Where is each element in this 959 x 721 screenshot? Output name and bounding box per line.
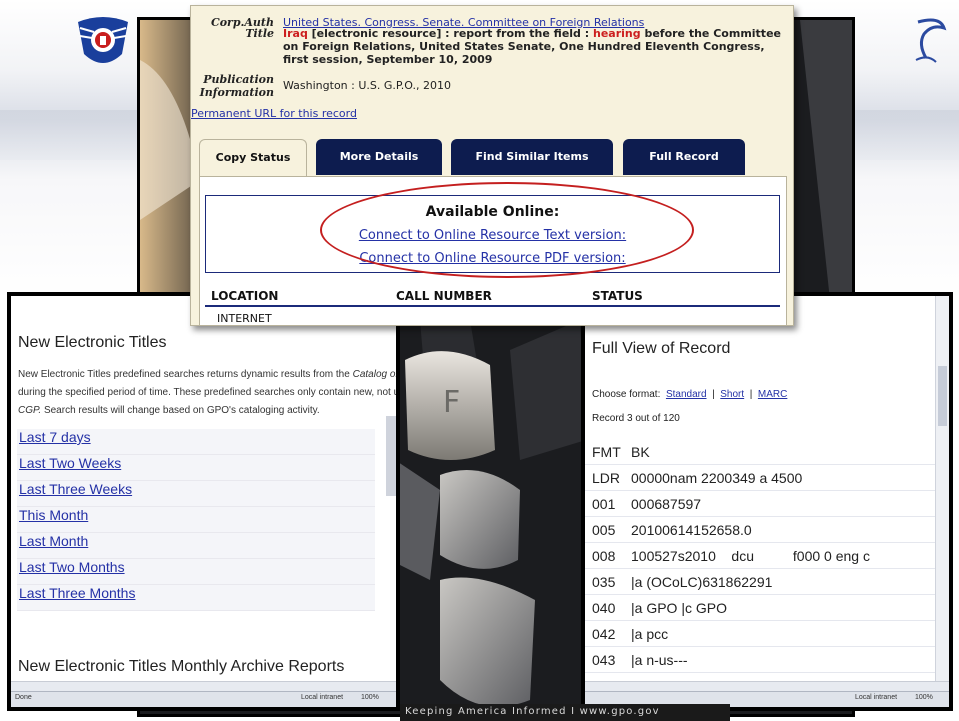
period-link-this-month[interactable]: This Month	[17, 507, 375, 533]
permanent-url-link[interactable]: Permanent URL for this record	[191, 107, 357, 120]
period-link-last-month[interactable]: Last Month	[17, 533, 375, 559]
marc-tag: 035	[592, 574, 616, 590]
marc-value: 100527s2010 dcu f000 0 eng c	[631, 548, 870, 564]
marc-tag: 043	[592, 652, 616, 668]
marc-tag: FMT	[592, 444, 621, 460]
marc-value: |a n-us---	[631, 652, 688, 668]
column-header-call-number: CALL NUMBER	[396, 289, 492, 303]
tab-full-record[interactable]: Full Record	[623, 139, 745, 175]
marc-value: BK	[631, 444, 650, 460]
marc-row: 035 |a (OCoLC)631862291	[585, 569, 935, 595]
marc-value: |a (OCoLC)631862291	[631, 574, 773, 590]
marc-value: 00000nam 2200349 a 4500	[631, 470, 803, 486]
title-highlight-hearing: hearing	[593, 27, 641, 40]
period-link-last-three-weeks[interactable]: Last Three Weeks	[17, 481, 375, 507]
svg-text:F: F	[443, 385, 460, 420]
marc-value: |a GPO |c GPO	[631, 600, 727, 616]
horizontal-scrollbar[interactable]	[585, 681, 949, 691]
status-done-text: Done	[15, 694, 32, 701]
scrollbar-thumb[interactable]	[938, 366, 947, 426]
monthly-archive-heading: New Electronic Titles Monthly Archive Re…	[18, 658, 345, 675]
format-chooser: Choose format: Standard | Short | MARC	[592, 389, 787, 400]
marc-row: 005 20100614152658.0	[585, 517, 935, 543]
new-electronic-titles-window: New Electronic Titles New Electronic Tit…	[7, 292, 400, 711]
footer-tagline: Keeping America Informed I www.gpo.gov	[405, 706, 660, 717]
period-link-list: Last 7 days Last Two Weeks Last Three We…	[17, 429, 375, 611]
header-divider	[205, 305, 780, 307]
new-electronic-titles-description: New Electronic Titles predefined searche…	[18, 369, 398, 416]
vertical-scrollbar-thumb[interactable]	[386, 416, 396, 496]
title-highlight-iraq: Iraq	[283, 27, 308, 40]
marc-tag: 005	[592, 522, 616, 538]
period-link-last-three-months[interactable]: Last Three Months	[17, 585, 375, 611]
marc-row: 008 100527s2010 dcu f000 0 eng c	[585, 543, 935, 569]
marc-tag: 008	[592, 548, 616, 564]
period-link-last-two-months[interactable]: Last Two Months	[17, 559, 375, 585]
column-header-location: LOCATION	[211, 289, 279, 303]
marc-row: LDR 00000nam 2200349 a 4500	[585, 465, 935, 491]
marc-row: 040 |a GPO |c GPO	[585, 595, 935, 621]
tab-find-similar-items[interactable]: Find Similar Items	[451, 139, 613, 175]
red-highlight-ellipse	[320, 182, 694, 278]
record-count: Record 3 out of 120	[592, 413, 680, 424]
marc-tag: LDR	[592, 470, 621, 486]
format-link-marc[interactable]: MARC	[758, 389, 787, 400]
record-title: Iraq [electronic resource] : report from…	[283, 27, 788, 66]
publication-label: Publication Information	[199, 73, 274, 99]
marc-row: FMT BK	[585, 439, 935, 465]
new-electronic-titles-heading: New Electronic Titles	[18, 334, 167, 351]
marc-value: 000687597	[631, 496, 702, 512]
title-label: Title	[245, 27, 274, 40]
marc-value: 20100614152658.0	[631, 522, 752, 538]
gpo-eagle-logo	[78, 17, 128, 63]
format-link-standard[interactable]: Standard	[666, 389, 707, 400]
status-zone-text: Local intranet	[301, 694, 344, 701]
copy-status-content: Available Online: Connect to Online Reso…	[199, 176, 787, 326]
title-text: [electronic resource] : report from the …	[307, 27, 593, 40]
format-separator: |	[712, 389, 715, 400]
status-zoom-text[interactable]: 100%	[915, 694, 933, 701]
tab-more-details[interactable]: More Details	[316, 139, 442, 175]
catalog-record-window: Corp.Auth United States. Congress. Senat…	[190, 5, 794, 326]
marc-tag: 040	[592, 600, 616, 616]
marc-value: |a pcc	[631, 626, 669, 642]
format-separator: |	[749, 389, 753, 400]
full-view-heading: Full View of Record	[592, 340, 731, 357]
choose-format-label: Choose format:	[592, 389, 661, 400]
marc-tag: 042	[592, 626, 616, 642]
column-header-status: STATUS	[592, 289, 643, 303]
browser-statusbar: Done Local intranet 100%	[11, 691, 396, 707]
publication-value: Washington : U.S. G.P.O., 2010	[283, 79, 451, 92]
tab-copy-status[interactable]: Copy Status	[199, 139, 307, 177]
full-view-record-window: Full View of Record Choose format: Stand…	[581, 292, 953, 711]
status-zoom-text[interactable]: 100%	[361, 694, 379, 701]
marc-tag: 001	[592, 496, 616, 512]
gpo-wordmark-logo	[915, 18, 947, 63]
vertical-scrollbar[interactable]	[935, 296, 949, 691]
format-link-short[interactable]: Short	[720, 389, 744, 400]
period-link-last-two-weeks[interactable]: Last Two Weeks	[17, 455, 375, 481]
marc-row: 001 000687597	[585, 491, 935, 517]
horizontal-scrollbar[interactable]	[11, 681, 396, 691]
status-zone-text: Local intranet	[855, 694, 898, 701]
marc-row: 042 |a pcc	[585, 621, 935, 647]
location-value: INTERNET	[217, 312, 272, 325]
period-link-last-7-days[interactable]: Last 7 days	[17, 429, 375, 455]
marc-row: 043 |a n-us---	[585, 647, 935, 673]
